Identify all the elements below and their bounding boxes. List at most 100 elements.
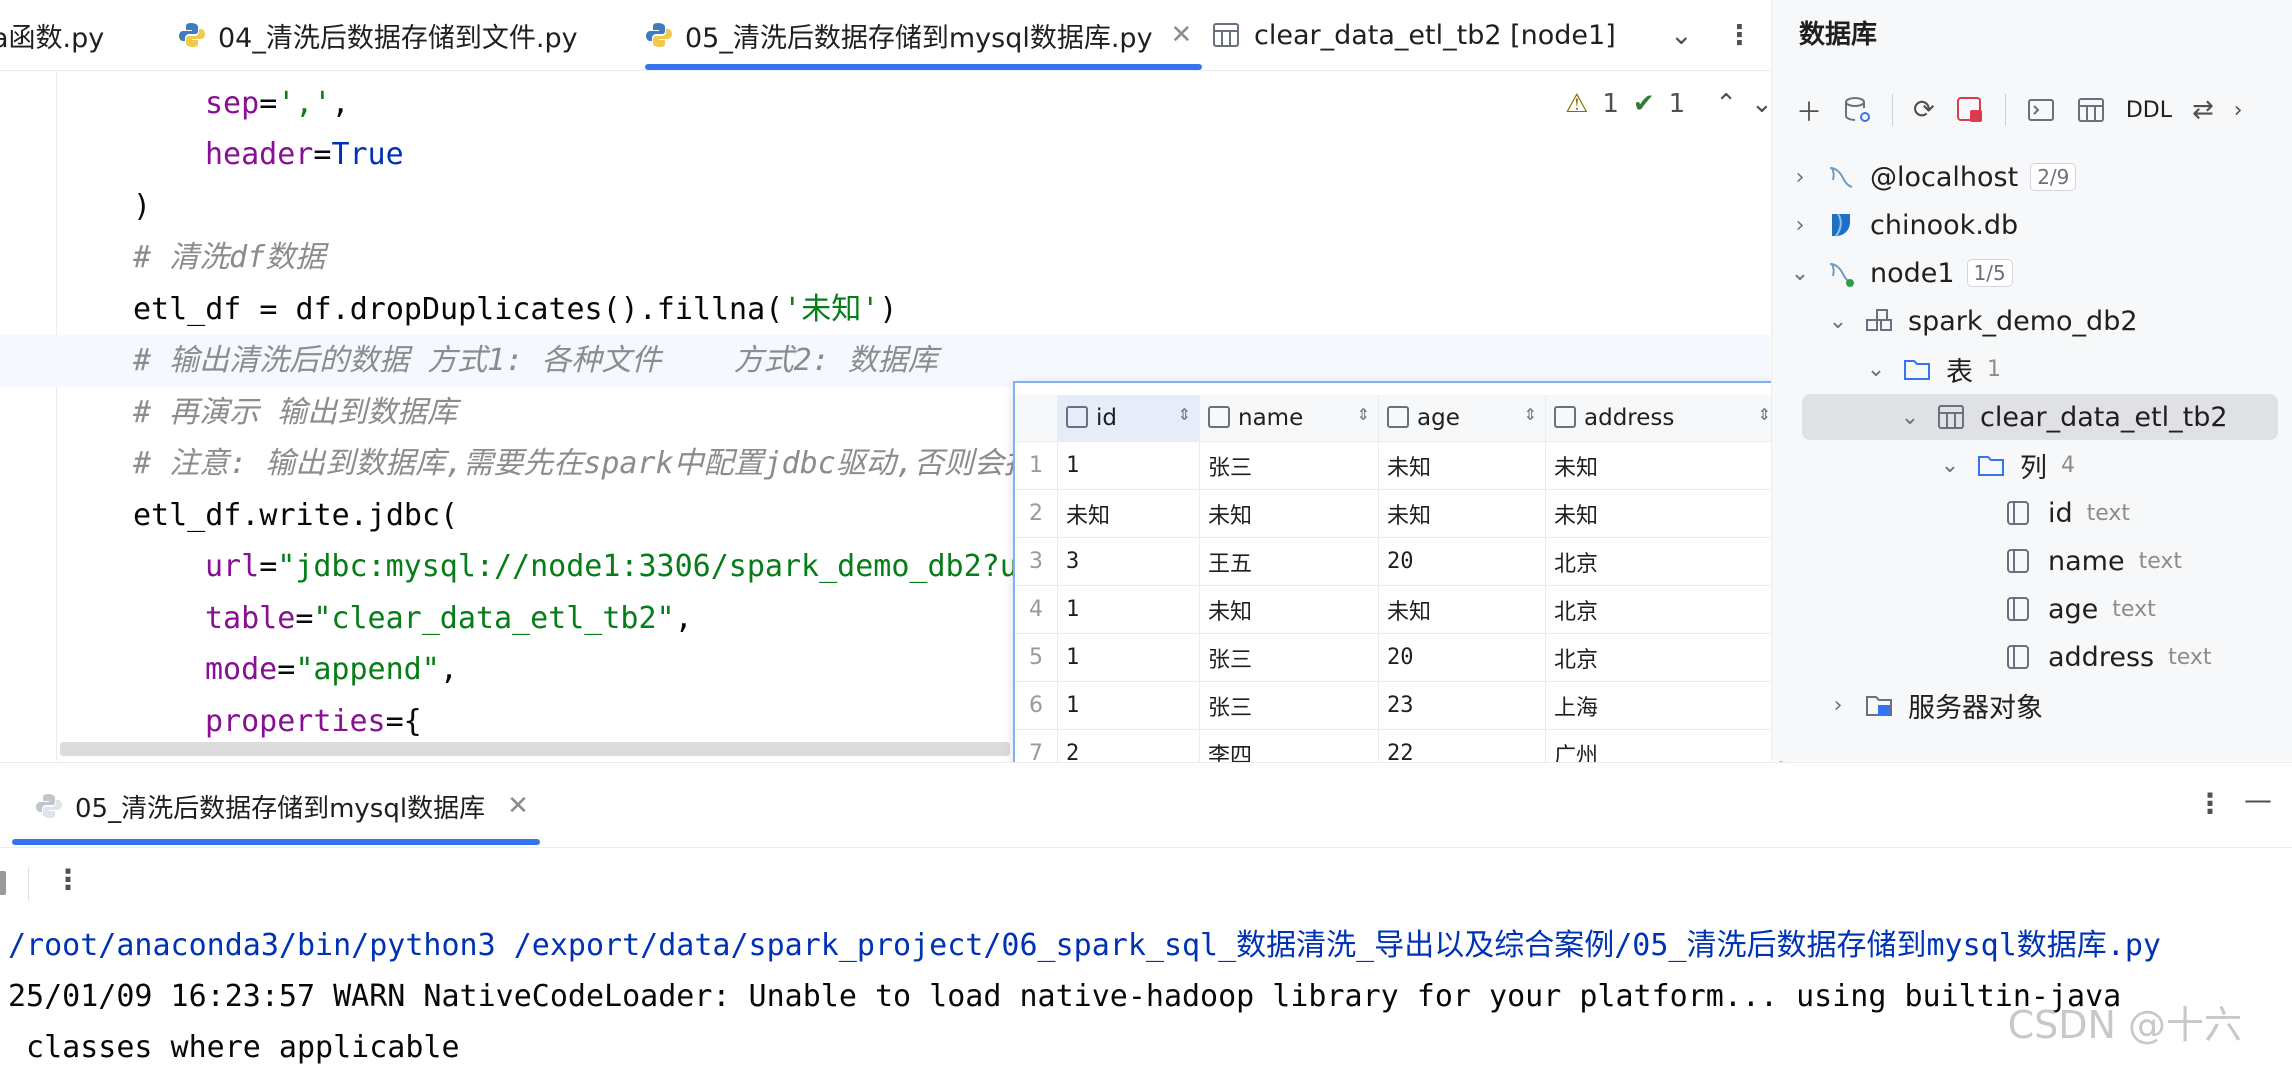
cell-id[interactable]: 1 bbox=[1057, 681, 1200, 730]
chevron-down-icon[interactable]: ⌄ bbox=[1788, 261, 1812, 286]
tab-a-functions[interactable]: a函数.py bbox=[0, 0, 104, 70]
run-tab[interactable]: 05_清洗后数据存储到mysql数据库 ✕ bbox=[35, 781, 529, 831]
chevron-right-icon[interactable]: › bbox=[2234, 98, 2243, 123]
more-options-icon[interactable]: ⋮ bbox=[54, 863, 82, 896]
active-tab-indicator bbox=[12, 839, 540, 845]
close-icon[interactable]: ✕ bbox=[507, 791, 529, 821]
tab-label: a函数.py bbox=[0, 22, 105, 54]
close-icon[interactable]: ✕ bbox=[1171, 20, 1193, 50]
cell-name[interactable]: 张三 bbox=[1199, 681, 1379, 730]
table-icon bbox=[1938, 405, 1964, 429]
data-source-settings-icon[interactable] bbox=[1842, 95, 1872, 125]
cell-id[interactable]: 未知 bbox=[1057, 489, 1200, 538]
more-options-icon[interactable]: ⋮ bbox=[1726, 0, 1753, 70]
cell-age[interactable]: 未知 bbox=[1378, 441, 1546, 490]
table-row[interactable]: 6 1 张三 23 上海 bbox=[1015, 681, 1780, 730]
tree-node-server-objects[interactable]: › 服务器对象 bbox=[1826, 682, 2043, 728]
table-row[interactable]: 2 未知 未知 未知 未知 bbox=[1015, 489, 1780, 538]
chevron-down-icon[interactable]: ⌄ bbox=[1898, 405, 1922, 430]
cell-age[interactable]: 20 bbox=[1378, 537, 1546, 586]
inspection-widget[interactable]: ⚠ 1 ✔ 1 ⌃ ⌄ bbox=[1565, 84, 1787, 124]
cell-address[interactable]: 北京 bbox=[1545, 633, 1780, 682]
cell-age[interactable]: 20 bbox=[1378, 633, 1546, 682]
table-view-icon[interactable] bbox=[2076, 95, 2106, 125]
table-row[interactable]: 5 1 张三 20 北京 bbox=[1015, 633, 1780, 682]
tree-node-column-id[interactable]: id text bbox=[2004, 490, 2130, 536]
chevron-right-icon[interactable]: › bbox=[1788, 213, 1812, 238]
chevron-down-icon[interactable]: ⌄ bbox=[1751, 89, 1773, 119]
warning-count: 1 bbox=[1602, 89, 1619, 119]
row-number: 4 bbox=[1015, 585, 1058, 634]
cell-age[interactable]: 未知 bbox=[1378, 489, 1546, 538]
horizontal-scrollbar[interactable] bbox=[60, 742, 1010, 756]
run-panel-divider bbox=[0, 847, 2292, 848]
cell-name[interactable]: 王五 bbox=[1199, 537, 1379, 586]
column-header-id[interactable]: id ⇕ bbox=[1057, 395, 1200, 442]
tab-list-chevron-icon[interactable]: ⌄ bbox=[1670, 0, 1693, 70]
chevron-down-icon[interactable]: ⌄ bbox=[1938, 453, 1962, 478]
cell-name[interactable]: 未知 bbox=[1199, 585, 1379, 634]
cell-id[interactable]: 1 bbox=[1057, 441, 1200, 490]
sort-icon[interactable]: ⇕ bbox=[1357, 405, 1370, 424]
folder-icon bbox=[1904, 360, 1930, 380]
sort-icon[interactable]: ⇕ bbox=[1758, 405, 1771, 424]
tab-04-save-to-file[interactable]: 04_清洗后数据存储到文件.py bbox=[178, 0, 578, 70]
cell-address[interactable]: 未知 bbox=[1545, 441, 1780, 490]
cell-id[interactable]: 3 bbox=[1057, 537, 1200, 586]
node-label: address bbox=[2048, 641, 2155, 673]
code-line: header=True bbox=[205, 137, 404, 172]
ddl-button[interactable]: DDL bbox=[2126, 98, 2172, 123]
console-icon[interactable] bbox=[2026, 95, 2056, 125]
column-type: text bbox=[2138, 548, 2182, 574]
console-command-line: /root/anaconda3/bin/python3 /export/data… bbox=[8, 928, 2161, 963]
column-icon bbox=[1554, 406, 1576, 428]
chevron-up-icon[interactable]: ⌃ bbox=[1715, 89, 1737, 119]
column-header-address[interactable]: address ⇕ bbox=[1545, 395, 1780, 442]
tree-node-table-selected[interactable]: ⌄ clear_data_etl_tb2 bbox=[1802, 394, 2278, 440]
cell-age[interactable]: 未知 bbox=[1378, 585, 1546, 634]
add-icon[interactable]: ＋ bbox=[1796, 92, 1822, 129]
tree-node-column-name[interactable]: name text bbox=[2004, 538, 2182, 584]
tree-node-localhost[interactable]: › @localhost 2/9 bbox=[1788, 154, 2077, 200]
more-options-icon[interactable]: ⋮ bbox=[2196, 787, 2224, 820]
table-row[interactable]: 1 1 张三 未知 未知 bbox=[1015, 441, 1780, 490]
cell-age[interactable]: 23 bbox=[1378, 681, 1546, 730]
table-row[interactable]: 3 3 王五 20 北京 bbox=[1015, 537, 1780, 586]
sort-icon[interactable]: ⇕ bbox=[1178, 405, 1191, 424]
cell-address[interactable]: 未知 bbox=[1545, 489, 1780, 538]
stop-icon[interactable] bbox=[0, 871, 6, 895]
tree-node-columns[interactable]: ⌄ 列 4 bbox=[1938, 442, 2075, 488]
disconnect-icon[interactable] bbox=[1955, 95, 1985, 125]
cell-name[interactable]: 未知 bbox=[1199, 489, 1379, 538]
sort-icon[interactable]: ⇕ bbox=[1524, 405, 1537, 424]
tree-node-column-age[interactable]: age text bbox=[2004, 586, 2156, 632]
minimize-icon[interactable]: — bbox=[2244, 783, 2272, 816]
table-row[interactable]: 4 1 未知 未知 北京 bbox=[1015, 585, 1780, 634]
node-label: node1 bbox=[1870, 257, 1955, 289]
table-preview-popup: id ⇕ name ⇕ age ⇕ address ⇕ 1 1 张三 未知 未知 2 未知 未知 未知… bbox=[1013, 381, 1782, 791]
mysql-icon bbox=[1829, 263, 1854, 287]
refresh-icon[interactable]: ⟳ bbox=[1913, 95, 1935, 125]
tab-05-save-to-mysql[interactable]: 05_清洗后数据存储到mysql数据库.py ✕ bbox=[645, 0, 1203, 70]
column-icon bbox=[1208, 406, 1230, 428]
cell-name[interactable]: 张三 bbox=[1199, 441, 1379, 490]
cell-id[interactable]: 1 bbox=[1057, 585, 1200, 634]
column-header-name[interactable]: name ⇕ bbox=[1199, 395, 1379, 442]
column-header-age[interactable]: age ⇕ bbox=[1378, 395, 1546, 442]
tree-node-node1[interactable]: ⌄ node1 1/5 bbox=[1788, 250, 2013, 296]
tab-clear-data-etl-tb2[interactable]: clear_data_etl_tb2 [node1] bbox=[1212, 0, 1616, 70]
cell-address[interactable]: 北京 bbox=[1545, 585, 1780, 634]
chevron-right-icon[interactable]: › bbox=[1826, 693, 1850, 718]
chevron-down-icon[interactable]: ⌄ bbox=[1826, 309, 1850, 334]
collapse-all-icon[interactable]: ⇄ bbox=[2192, 95, 2214, 125]
tree-node-column-address[interactable]: address text bbox=[2004, 634, 2212, 680]
cell-id[interactable]: 1 bbox=[1057, 633, 1200, 682]
chevron-right-icon[interactable]: › bbox=[1788, 165, 1812, 190]
cell-address[interactable]: 北京 bbox=[1545, 537, 1780, 586]
tree-node-chinook[interactable]: › chinook.db bbox=[1788, 202, 2019, 248]
cell-address[interactable]: 上海 bbox=[1545, 681, 1780, 730]
cell-name[interactable]: 张三 bbox=[1199, 633, 1379, 682]
tree-node-schema[interactable]: ⌄ spark_demo_db2 bbox=[1826, 298, 2138, 344]
tree-node-tables[interactable]: ⌄ 表 1 bbox=[1864, 346, 2001, 392]
chevron-down-icon[interactable]: ⌄ bbox=[1864, 357, 1888, 382]
